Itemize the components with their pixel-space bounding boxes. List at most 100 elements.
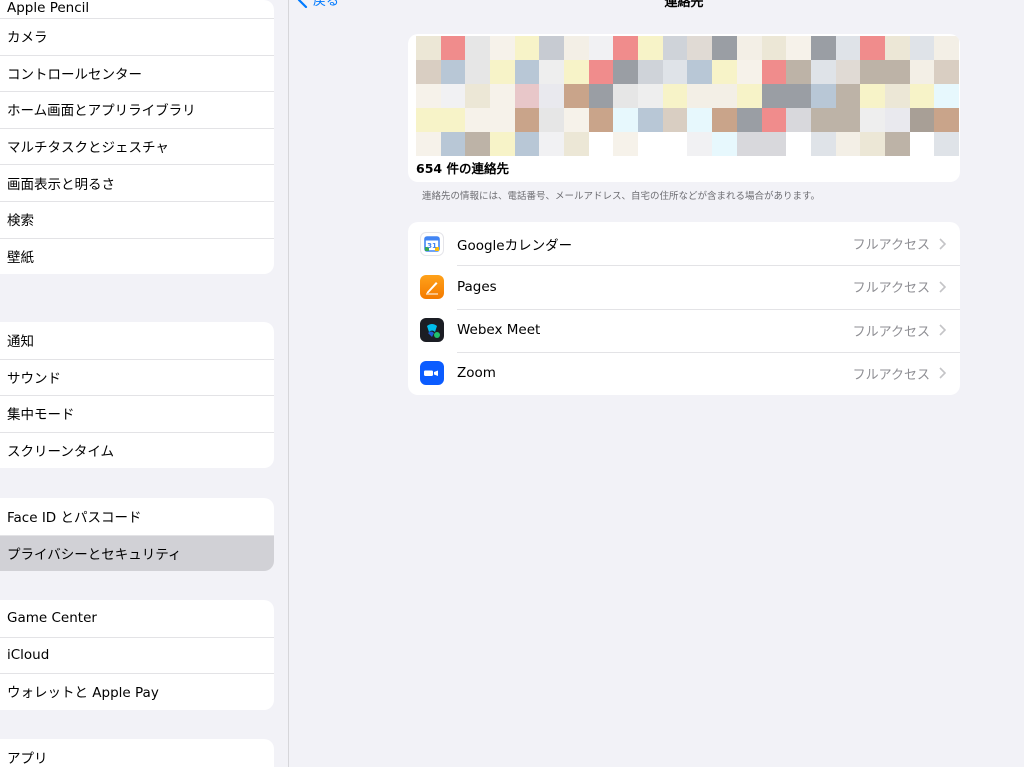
- sidebar-item-camera[interactable]: カメラ: [0, 18, 274, 55]
- mosaic-tile: [588, 108, 614, 132]
- mosaic-tile: [465, 36, 491, 60]
- mosaic-tile: [613, 132, 639, 156]
- mosaic-tile: [638, 36, 663, 60]
- mosaic-tile: [416, 36, 441, 60]
- mosaic-tile: [736, 60, 762, 84]
- sidebar-item-search[interactable]: 検索: [0, 200, 274, 238]
- mosaic-tile: [736, 36, 762, 60]
- mosaic-tile: [564, 60, 589, 84]
- mosaic-tile: [934, 36, 959, 60]
- sidebar-item-privacy[interactable]: プライバシーとセキュリティ: [0, 534, 274, 572]
- sidebar-item-home-screen[interactable]: ホーム画面とアプリライブラリ: [0, 91, 274, 128]
- mosaic-tile: [884, 60, 910, 84]
- sidebar-group-apps: アプリ: [0, 739, 274, 767]
- mosaic-tile: [539, 108, 565, 132]
- mosaic-tile: [588, 132, 614, 156]
- sidebar-item-icloud[interactable]: iCloud: [0, 636, 274, 674]
- mosaic-tile: [810, 84, 836, 108]
- mosaic-tile: [416, 132, 441, 156]
- mosaic-tile: [564, 132, 589, 156]
- zoom-icon: [420, 361, 444, 386]
- chevron-right-icon: [939, 281, 946, 293]
- app-row-google-calendar[interactable]: 31 Googleカレンダー フルアクセス: [408, 222, 960, 265]
- mosaic-tile: [835, 108, 861, 132]
- access-value: フルアクセス: [852, 238, 930, 254]
- sidebar-item-display[interactable]: 画面表示と明るさ: [0, 164, 274, 201]
- mosaic-tile: [687, 36, 713, 60]
- mosaic-tile: [440, 60, 466, 84]
- sidebar-item-apple-pencil[interactable]: Apple Pencil: [0, 0, 274, 18]
- mosaic-tile: [638, 108, 663, 132]
- mosaic-tile: [810, 36, 836, 60]
- sidebar-item-control-center[interactable]: コントロールセンター: [0, 54, 274, 92]
- mosaic-tile: [588, 84, 614, 108]
- mosaic-tile: [588, 60, 614, 84]
- access-value: フルアクセス: [852, 367, 930, 383]
- mosaic-tile: [440, 36, 466, 60]
- mosaic-tile: [835, 36, 861, 60]
- app-row-webex-meet[interactable]: Webex Meet フルアクセス: [408, 308, 960, 352]
- mosaic-tile: [514, 108, 540, 132]
- sidebar-item-apps[interactable]: アプリ: [0, 739, 274, 767]
- mosaic-tile: [564, 84, 589, 108]
- app-row-pages[interactable]: Pages フルアクセス: [408, 265, 960, 308]
- app-name: Webex Meet: [457, 322, 541, 339]
- mosaic-tile: [490, 36, 515, 60]
- mosaic-tile: [440, 108, 466, 132]
- mosaic-tile: [564, 36, 589, 60]
- chevron-right-icon: [939, 324, 946, 336]
- access-value: フルアクセス: [852, 324, 930, 340]
- mosaic-tile: [786, 84, 811, 108]
- mosaic-tile: [712, 60, 737, 84]
- mosaic-tile: [440, 84, 466, 108]
- mosaic-tile: [884, 132, 910, 156]
- mosaic-tile: [761, 132, 787, 156]
- svg-text:31: 31: [427, 242, 437, 250]
- mosaic-tile: [934, 108, 959, 132]
- app-row-zoom[interactable]: Zoom フルアクセス: [408, 351, 960, 395]
- mosaic-tile: [860, 36, 885, 60]
- page-title: 連絡先: [664, 0, 704, 10]
- mosaic-tile: [539, 132, 565, 156]
- mosaic-tile: [465, 108, 491, 132]
- mosaic-tile: [712, 132, 737, 156]
- sidebar-item-face-id[interactable]: Face ID とパスコード: [0, 498, 274, 535]
- mosaic-tile: [638, 84, 663, 108]
- mosaic-tile: [810, 108, 836, 132]
- mosaic-tile: [465, 84, 491, 108]
- sidebar-item-wallpaper[interactable]: 壁紙: [0, 237, 274, 275]
- mosaic-tile: [934, 84, 959, 108]
- sidebar-item-wallet[interactable]: ウォレットと Apple Pay: [0, 673, 274, 710]
- mosaic-tile: [934, 60, 959, 84]
- mosaic-tile: [588, 36, 614, 60]
- contacts-summary-card: 654 件の連絡先: [408, 34, 960, 182]
- mosaic-tile: [514, 84, 540, 108]
- mosaic-tile: [712, 108, 737, 132]
- mosaic-tile: [514, 60, 540, 84]
- mosaic-tile: [687, 84, 713, 108]
- sidebar-item-screen-time[interactable]: スクリーンタイム: [0, 431, 274, 469]
- mosaic-tile: [440, 132, 466, 156]
- mosaic-tile: [662, 36, 688, 60]
- mosaic-tile: [712, 84, 737, 108]
- mosaic-tile: [514, 132, 540, 156]
- sidebar-item-game-center[interactable]: Game Center: [0, 600, 274, 637]
- mosaic-tile: [662, 108, 688, 132]
- apps-list: 31 Googleカレンダー フルアクセス Pages フルアクセス Webex…: [408, 222, 960, 395]
- mosaic-tile: [761, 36, 787, 60]
- mosaic-tile: [786, 60, 811, 84]
- access-value: フルアクセス: [852, 281, 930, 297]
- mosaic-tile: [662, 60, 688, 84]
- mosaic-tile: [465, 60, 491, 84]
- mosaic-tile: [736, 84, 762, 108]
- sidebar-item-multitasking[interactable]: マルチタスクとジェスチャ: [0, 127, 274, 165]
- sidebar-item-sounds[interactable]: サウンド: [0, 358, 274, 396]
- mosaic-tile: [613, 60, 639, 84]
- mosaic-tile: [909, 36, 935, 60]
- back-label: 戻る: [313, 0, 340, 9]
- back-button[interactable]: 戻る: [297, 0, 339, 9]
- mosaic-tile: [909, 108, 935, 132]
- sidebar-item-notifications[interactable]: 通知: [0, 322, 274, 359]
- mosaic-tile: [810, 132, 836, 156]
- sidebar-item-focus[interactable]: 集中モード: [0, 395, 274, 432]
